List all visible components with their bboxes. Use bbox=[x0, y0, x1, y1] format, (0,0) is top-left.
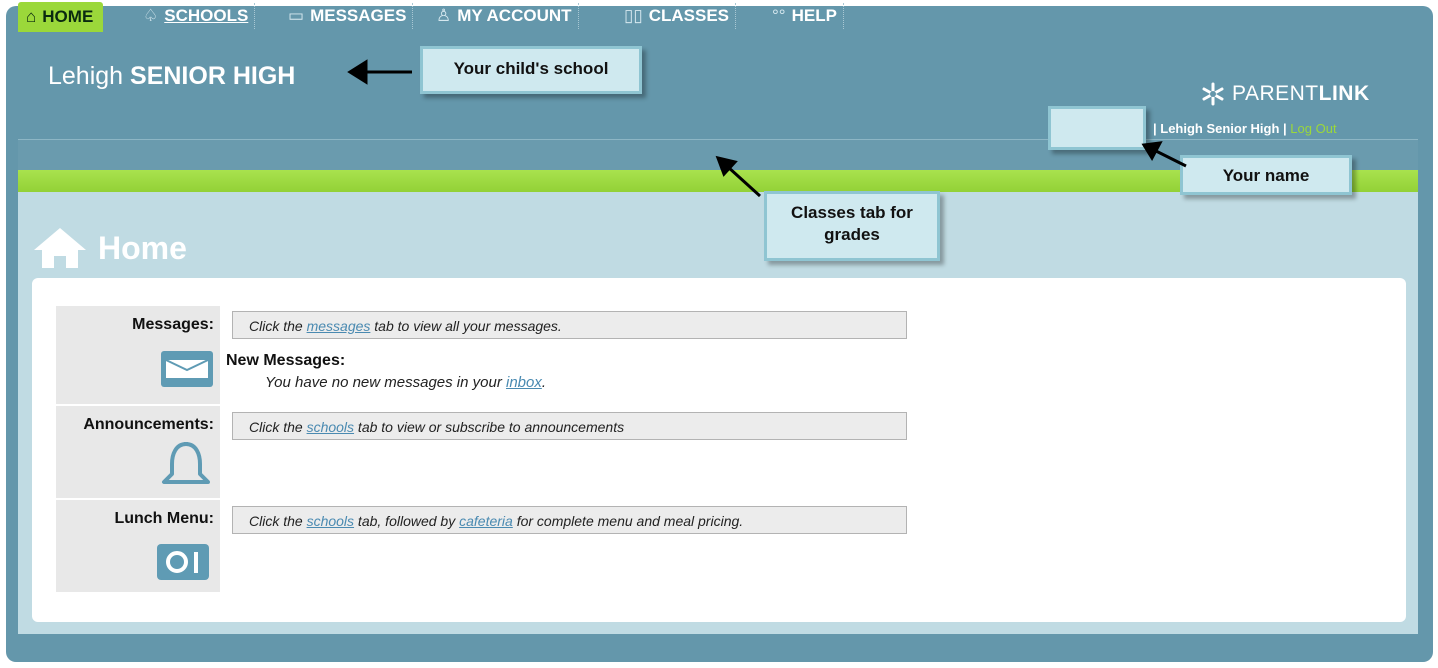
annotation-arrows bbox=[347, 59, 1187, 198]
